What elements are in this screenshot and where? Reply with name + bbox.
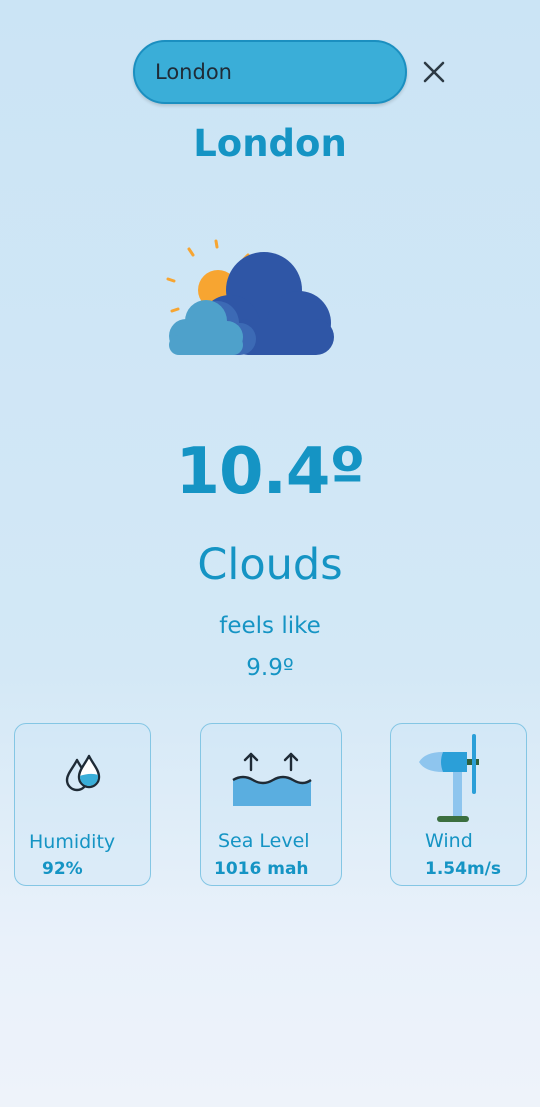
humidity-label: Humidity — [29, 831, 116, 853]
sea-level-card: Sea Level 1016 mah — [200, 723, 342, 886]
sea-level-icon — [231, 750, 313, 812]
temperature: 10.4º — [175, 435, 366, 509]
humidity-value: 92% — [42, 859, 83, 879]
feels-like-value: 9.9º — [246, 655, 294, 681]
search-input[interactable] — [155, 60, 423, 84]
city-name: London — [193, 122, 347, 165]
close-icon[interactable] — [423, 56, 445, 88]
search-bar[interactable] — [133, 40, 445, 104]
humidity-card: Humidity 92% — [14, 723, 151, 886]
weather-condition: Clouds — [197, 540, 343, 590]
sea-level-value: 1016 mah — [214, 859, 309, 879]
feels-like-label: feels like — [219, 613, 321, 639]
humidity-drops-icon — [63, 752, 105, 798]
sun-behind-clouds-icon — [160, 235, 340, 365]
wind-value: 1.54m/s — [425, 859, 501, 879]
wind-turbine-icon — [417, 732, 485, 830]
sea-level-label: Sea Level — [218, 830, 310, 852]
wind-label: Wind — [425, 830, 473, 852]
wind-card: Wind 1.54m/s — [390, 723, 527, 886]
